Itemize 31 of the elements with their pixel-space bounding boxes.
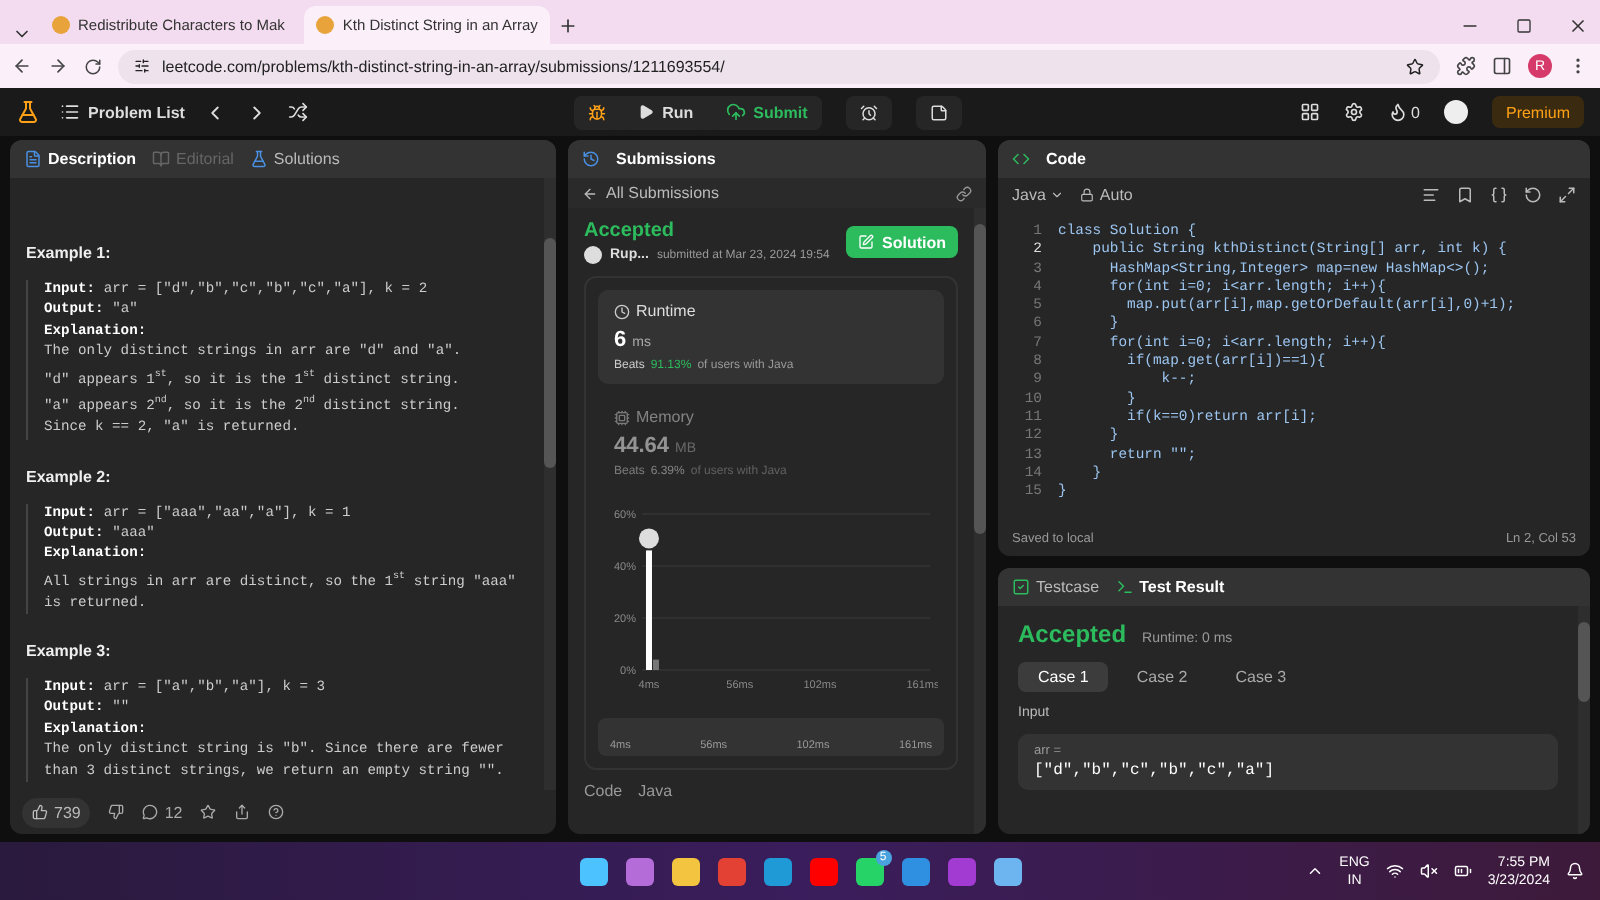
- auto-mode-label: Auto: [1099, 186, 1133, 204]
- code-section-label: Code: [584, 782, 623, 800]
- all-submissions-link[interactable]: All Submissions: [606, 184, 719, 202]
- streak-count: 0: [1411, 103, 1420, 121]
- premium-button[interactable]: Premium: [1491, 96, 1584, 128]
- language-select[interactable]: Java: [1012, 186, 1046, 204]
- address-bar[interactable]: leetcode.com/problems/kth-distinct-string-in-an-array/submissions/1211693554/: [118, 49, 1440, 83]
- language-label: Java: [638, 782, 673, 800]
- status-text: Accepted: [584, 220, 677, 242]
- case-tab[interactable]: Case 3: [1215, 662, 1307, 692]
- panel-tab[interactable]: Test Result: [1115, 578, 1225, 596]
- problem-list-link[interactable]: Problem List: [88, 103, 185, 121]
- comment-count: 12: [164, 803, 183, 821]
- url-text: leetcode.com/problems/kth-distinct-string-in-an-array/submissions/1211693554/: [162, 57, 725, 75]
- panel-title: Submissions: [616, 150, 716, 168]
- example-heading: Example 3:: [26, 641, 113, 660]
- panel-title: Code: [1046, 150, 1086, 168]
- metric-label: Runtime: [636, 302, 696, 320]
- metric-value: 6: [614, 328, 627, 352]
- result-status: Accepted: [1018, 620, 1127, 648]
- panel-tab[interactable]: Testcase: [1012, 578, 1100, 596]
- metric-label: Memory: [636, 408, 694, 426]
- panel-tab[interactable]: Description: [24, 150, 137, 168]
- like-button[interactable]: 739: [22, 797, 91, 827]
- panel-tab[interactable]: Solutions: [249, 150, 340, 168]
- case-tab[interactable]: Case 2: [1116, 662, 1208, 692]
- variable-value: ["d","b","c","b","c","a"]: [1034, 762, 1277, 780]
- example-heading: Example 1:: [26, 244, 113, 263]
- case-tab[interactable]: Case 1: [1018, 662, 1109, 692]
- metric-value: 44.64: [614, 434, 670, 458]
- example-heading: Example 2:: [26, 467, 113, 486]
